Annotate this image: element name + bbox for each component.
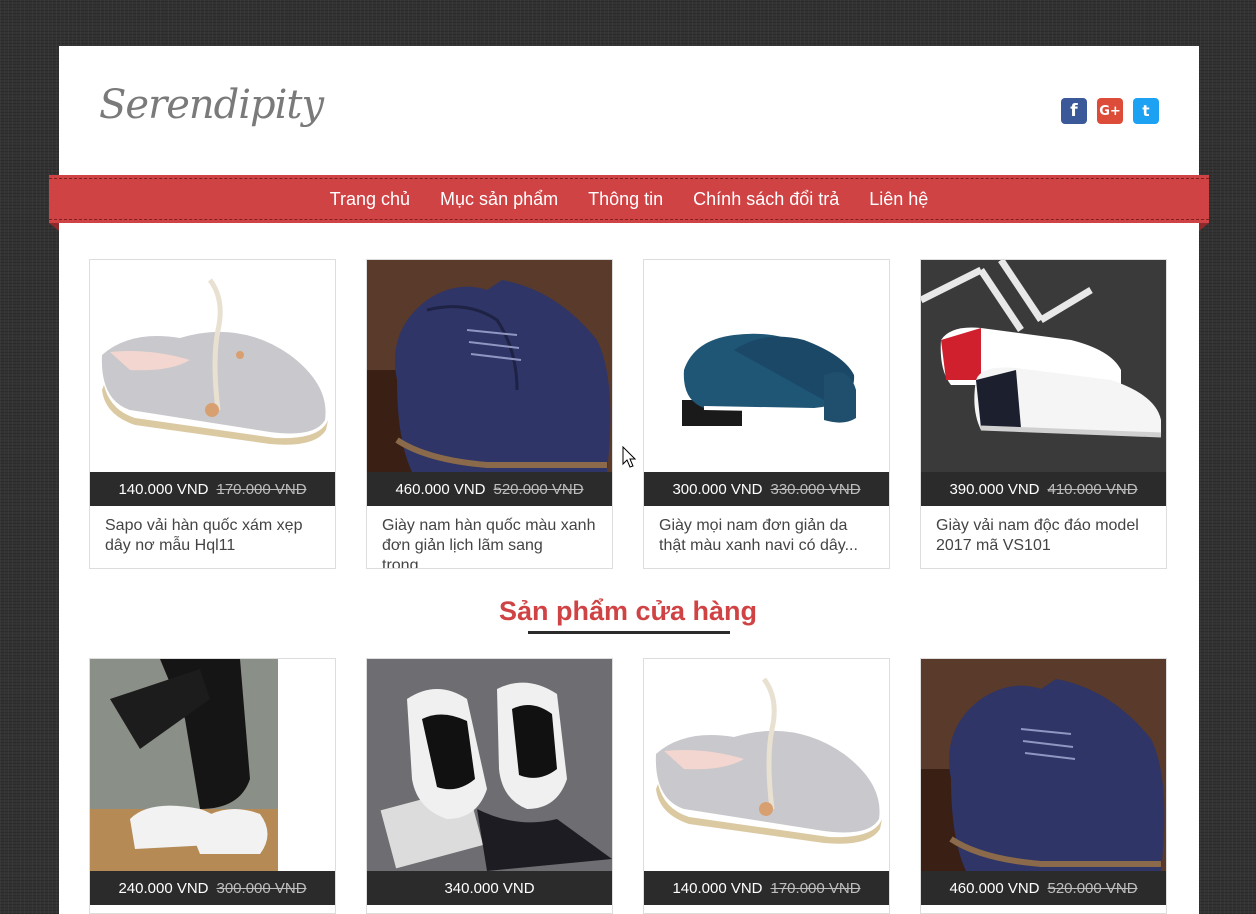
old-price: 520.000 VND <box>493 480 584 498</box>
price-bar: 460.000 VND 520.000 VND <box>367 472 612 506</box>
price: 140.000 VND <box>118 480 209 498</box>
price-bar: 340.000 VND <box>367 871 612 905</box>
product-card[interactable]: 140.000 VND 170.000 VND <box>643 658 890 914</box>
product-card[interactable]: 140.000 VND 170.000 VND Sapo vải hàn quố… <box>89 259 336 569</box>
main-nav: Trang chủ Mục sản phẩm Thông tin Chính s… <box>49 175 1209 223</box>
nav-item-categories[interactable]: Mục sản phẩm <box>440 189 558 210</box>
mouse-cursor-icon <box>622 446 637 468</box>
nav-ribbon-fold-right <box>1199 223 1209 231</box>
old-price: 170.000 VND <box>216 480 307 498</box>
product-card[interactable]: 300.000 VND 330.000 VND Giày mọi nam đơn… <box>643 259 890 569</box>
price-bar: 300.000 VND 330.000 VND <box>644 472 889 506</box>
section-title-underline <box>528 631 730 634</box>
price-bar: 240.000 VND 300.000 VND <box>90 871 335 905</box>
price-bar: 460.000 VND 520.000 VND <box>921 871 1166 905</box>
product-name[interactable]: Sapo vải hàn quốc xám xẹp dây nơ mẫu Hql… <box>90 506 335 568</box>
product-card[interactable]: 460.000 VND 520.000 VND <box>920 658 1167 914</box>
product-card[interactable]: 240.000 VND 300.000 VND <box>89 658 336 914</box>
facebook-icon[interactable]: f <box>1061 98 1087 124</box>
price: 300.000 VND <box>672 480 763 498</box>
nav-item-home[interactable]: Trang chủ <box>330 189 410 210</box>
old-price: 330.000 VND <box>770 480 861 498</box>
price: 460.000 VND <box>949 879 1040 897</box>
old-price: 520.000 VND <box>1047 879 1138 897</box>
section-title: Sản phẩm cửa hàng <box>498 596 758 626</box>
product-name[interactable]: Giày vải nam độc đáo model 2017 mã VS101 <box>921 506 1166 568</box>
price-bar: 390.000 VND 410.000 VND <box>921 472 1166 506</box>
product-image[interactable] <box>90 260 335 472</box>
price: 460.000 VND <box>395 480 486 498</box>
google-plus-icon[interactable]: G+ <box>1097 98 1123 124</box>
product-card[interactable]: 390.000 VND 410.000 VND Giày vải nam độc… <box>920 259 1167 569</box>
nav-ribbon-fold-left <box>49 223 59 231</box>
nav-item-about[interactable]: Thông tin <box>588 189 663 210</box>
price: 240.000 VND <box>118 879 209 897</box>
old-price: 300.000 VND <box>216 879 307 897</box>
store-products: 240.000 VND 300.000 VND 340.000 VND 140.… <box>89 658 1167 914</box>
product-image[interactable] <box>367 260 612 472</box>
product-name[interactable]: Giày mọi nam đơn giản da thật màu xanh n… <box>644 506 889 568</box>
featured-products: 140.000 VND 170.000 VND Sapo vải hàn quố… <box>89 259 1167 569</box>
price: 390.000 VND <box>949 480 1040 498</box>
old-price: 170.000 VND <box>770 879 861 897</box>
twitter-icon[interactable]: t <box>1133 98 1159 124</box>
product-image[interactable] <box>921 260 1166 472</box>
nav-item-return-policy[interactable]: Chính sách đổi trả <box>693 189 839 210</box>
social-links: f G+ t <box>1061 98 1159 124</box>
price-bar: 140.000 VND 170.000 VND <box>90 472 335 506</box>
product-card[interactable]: 340.000 VND <box>366 658 613 914</box>
price-bar: 140.000 VND 170.000 VND <box>644 871 889 905</box>
old-price: 410.000 VND <box>1047 480 1138 498</box>
nav-item-contact[interactable]: Liên hệ <box>869 189 928 210</box>
product-image[interactable] <box>90 659 335 871</box>
product-image[interactable] <box>644 659 889 871</box>
product-name[interactable]: Giày nam hàn quốc màu xanh đơn giản lịch… <box>367 506 612 568</box>
price: 340.000 VND <box>444 879 535 897</box>
product-image[interactable] <box>921 659 1166 871</box>
product-image[interactable] <box>367 659 612 871</box>
price: 140.000 VND <box>672 879 763 897</box>
site-logo[interactable]: Serendipity <box>99 82 324 128</box>
product-image[interactable] <box>644 260 889 472</box>
product-card[interactable]: 460.000 VND 520.000 VND Giày nam hàn quố… <box>366 259 613 569</box>
